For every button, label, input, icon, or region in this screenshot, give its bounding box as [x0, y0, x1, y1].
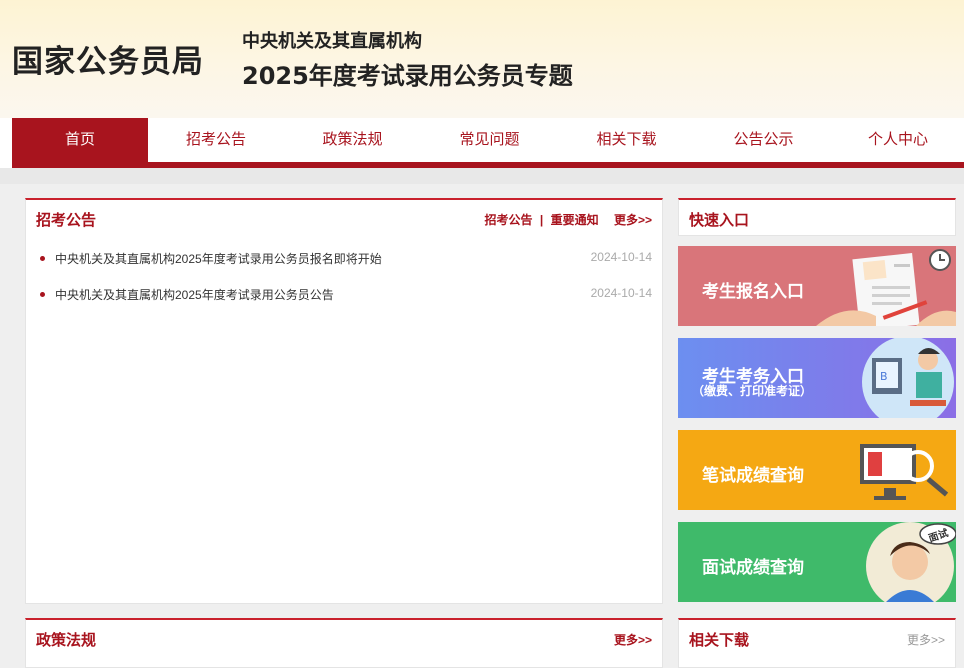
announcements-panel: 招考公告 招考公告 | 重要通知 更多>> 中央机关及其直属机构2025年度考试…	[25, 198, 663, 604]
nav-personal-center[interactable]: 个人中心	[832, 118, 964, 162]
exam-affairs-entry-button[interactable]: 考生考务入口 （缴费、打印准考证） B	[678, 338, 956, 418]
content-divider	[0, 168, 964, 184]
news-title[interactable]: 中央机关及其直属机构2025年度考试录用公务员公告	[55, 288, 334, 302]
header-subtitle: 中央机关及其直属机构	[242, 31, 422, 52]
list-item: 中央机关及其直属机构2025年度考试录用公务员报名即将开始 2024-10-14	[40, 250, 652, 267]
tile-label: 笔试成绩查询	[702, 466, 804, 486]
news-title[interactable]: 中央机关及其直属机构2025年度考试录用公务员报名即将开始	[55, 252, 382, 266]
bullet-icon	[40, 292, 45, 298]
news-date: 2024-10-14	[590, 250, 652, 264]
policy-links: 更多>>	[614, 631, 652, 648]
link-separator: |	[539, 213, 544, 227]
link-announcements[interactable]: 招考公告	[485, 213, 533, 227]
monitor-search-icon	[860, 444, 949, 500]
nav-home[interactable]: 首页	[12, 118, 148, 162]
quick-entry-title: 快速入口	[689, 211, 750, 229]
announcements-title: 招考公告	[36, 211, 97, 229]
link-important-notice[interactable]: 重要通知	[551, 213, 599, 227]
svg-text:B: B	[880, 370, 888, 383]
site-header: 国家公务员局 中央机关及其直属机构 2025年度考试录用公务员专题	[0, 0, 964, 118]
nav-left-spacer	[0, 118, 12, 168]
nav-downloads[interactable]: 相关下载	[558, 118, 695, 162]
written-exam-results-button[interactable]: 笔试成绩查询	[678, 430, 956, 510]
downloads-title: 相关下载	[689, 631, 750, 649]
list-item: 中央机关及其直属机构2025年度考试录用公务员公告 2024-10-14	[40, 286, 652, 303]
computer-user-icon: B	[862, 338, 954, 418]
downloads-panel: 相关下载 更多>>	[678, 618, 956, 668]
policy-panel: 政策法规 更多>>	[25, 618, 663, 668]
nav-faq[interactable]: 常见问题	[421, 118, 558, 162]
tile-sublabel: （缴费、打印准考证）	[692, 384, 813, 398]
announcements-links: 招考公告 | 重要通知 更多>>	[485, 211, 652, 228]
nav-policy[interactable]: 政策法规	[284, 118, 421, 162]
announcements-more-link[interactable]: 更多>>	[614, 213, 652, 227]
interview-results-button[interactable]: 面试成绩查询 面试	[678, 522, 956, 602]
downloads-more-link[interactable]: 更多>>	[907, 631, 945, 648]
policy-title: 政策法规	[36, 631, 97, 649]
nav-announcements[interactable]: 招考公告	[148, 118, 284, 162]
site-logo[interactable]: 国家公务员局	[12, 36, 204, 81]
header-title: 2025年度考试录用公务员专题	[242, 62, 573, 90]
news-date: 2024-10-14	[590, 286, 652, 300]
bullet-icon	[40, 256, 45, 262]
policy-more-link[interactable]: 更多>>	[614, 633, 652, 647]
registration-entry-button[interactable]: 考生报名入口	[678, 246, 956, 326]
registration-form-icon	[816, 249, 956, 326]
quick-entry-panel: 快速入口	[678, 198, 956, 236]
tile-label: 面试成绩查询	[702, 558, 804, 578]
tile-label: 考生报名入口	[702, 282, 804, 302]
nav-notices[interactable]: 公告公示	[695, 118, 832, 162]
